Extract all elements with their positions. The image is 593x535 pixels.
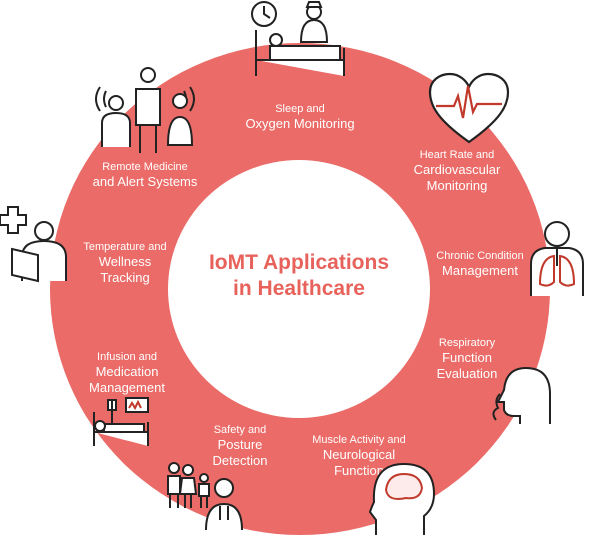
segment-heart-line3: Monitoring	[426, 178, 488, 193]
segment-remote-label: Remote Medicine and Alert Systems	[75, 160, 215, 190]
segment-infusion-line2: Medication	[95, 364, 159, 379]
center-title-line2: in Healthcare	[233, 277, 365, 300]
segment-temperature-line3: Tracking	[100, 270, 150, 285]
family-doctor-icon	[166, 458, 246, 531]
segment-temperature-label: Temperature and Wellness Tracking	[70, 240, 180, 286]
center-title-line1: IoMT Applications	[208, 251, 390, 274]
segment-sleep-line2: Oxygen Monitoring	[245, 116, 355, 131]
segment-respiratory-line1: Respiratory	[438, 337, 496, 349]
segment-safety-line1: Safety and	[213, 424, 267, 436]
segment-remote-line2: and Alert Systems	[92, 174, 198, 189]
segment-heart-line2: Cardiovascular	[413, 162, 501, 177]
center-title: IoMT Applications in Healthcare	[168, 250, 430, 302]
lungs-person-icon	[527, 220, 587, 296]
segment-infusion-line3: Management	[89, 380, 165, 395]
breathing-head-icon	[492, 364, 554, 426]
segment-muscle-line2: Neurological	[322, 447, 396, 462]
brain-head-icon	[368, 462, 436, 535]
segment-muscle-line1: Muscle Activity and	[312, 434, 406, 446]
segment-chronic-line2: Management	[442, 263, 518, 278]
patient-cross-icon	[0, 205, 68, 285]
clock-nurse-bed-icon	[246, 0, 356, 82]
segment-temperature-line1: Temperature and	[83, 241, 167, 253]
segment-sleep-label: Sleep and Oxygen Monitoring	[230, 102, 370, 132]
iomt-diagram: IoMT Applications in Healthcare Sleep an…	[0, 0, 593, 535]
segment-safety-line2: Posture	[217, 437, 263, 452]
segment-temperature-line2: Wellness	[98, 254, 152, 269]
segment-chronic-line1: Chronic Condition	[436, 250, 524, 262]
segment-heart-line1: Heart Rate and	[419, 149, 495, 161]
segment-remote-line1: Remote Medicine	[102, 161, 188, 173]
segment-infusion-line1: Infusion and	[97, 351, 157, 363]
hospital-bed-monitor-icon	[90, 396, 152, 448]
doctor-family-signal-icon	[95, 67, 204, 155]
heart-ecg-icon	[428, 72, 510, 146]
segment-sleep-line1: Sleep and	[275, 103, 325, 115]
segment-infusion-label: Infusion and Medication Management	[72, 350, 182, 396]
segment-chronic-label: Chronic Condition Management	[425, 249, 535, 279]
segment-heart-label: Heart Rate and Cardiovascular Monitoring	[402, 148, 512, 194]
